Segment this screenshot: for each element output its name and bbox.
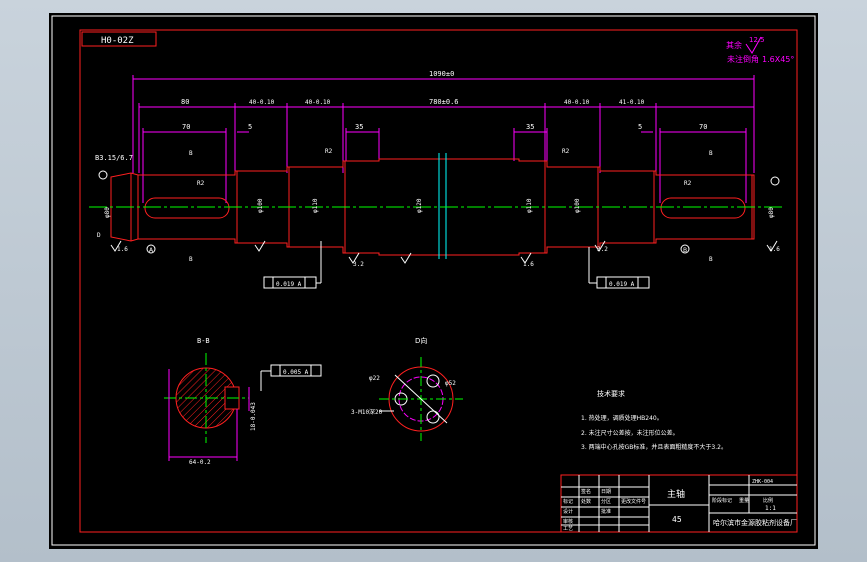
drawing-number-1: ZHK-004 bbox=[752, 479, 773, 485]
tb-role-review: 审核 bbox=[563, 518, 573, 525]
view-d-dim-1: φ22 bbox=[369, 375, 380, 382]
tech-requirement-2: 2. 未注尺寸公差按，未注形位公差。 bbox=[581, 429, 679, 437]
segment-length-4: 780±0.6 bbox=[429, 98, 459, 106]
tolerance-frame-left: 0.019 A bbox=[263, 241, 322, 289]
section-letter-top-left: B bbox=[189, 150, 193, 157]
outer-border bbox=[51, 15, 816, 546]
datum-b: B bbox=[683, 247, 687, 254]
tolerance-value-section-b: 0.005 A bbox=[283, 369, 309, 376]
shoulder-width-left: 35 bbox=[355, 123, 363, 131]
roughness-mark-4: 3.2 bbox=[597, 246, 608, 253]
roughness-label: 其余 bbox=[726, 40, 742, 50]
segment-length-6: 41-0.10 bbox=[619, 99, 645, 106]
diameter-bearing-right: φ100 bbox=[574, 198, 581, 213]
sheet-code: H0-02Z bbox=[101, 36, 134, 46]
tb-label-date: 日期 bbox=[601, 489, 611, 495]
diameter-center: φ120 bbox=[416, 198, 423, 213]
key-length-right: 70 bbox=[699, 123, 707, 131]
center-hole-callout: B3.15/6.7 bbox=[95, 154, 133, 162]
section-letter-bottom-left: B bbox=[189, 256, 193, 263]
diameter-bearing-left: φ100 bbox=[257, 198, 264, 213]
roughness-mark-1: 1.6 bbox=[117, 246, 128, 253]
roughness-marks bbox=[110, 240, 778, 264]
radius-3: R2 bbox=[562, 148, 570, 155]
company-name: 哈尔滨市金源胶粘剂设备厂 bbox=[713, 518, 797, 527]
cad-viewport[interactable]: H0-02Z 其余 12.5 未注倒角 1.6X45° 1090±0 80 40… bbox=[49, 13, 818, 549]
section-b-title: B-B bbox=[197, 337, 210, 345]
break-lines bbox=[438, 153, 447, 259]
key-slots bbox=[144, 197, 746, 219]
hole-callout: 3-M10深20 bbox=[351, 408, 383, 416]
tb-role-design: 设计 bbox=[563, 508, 573, 515]
tb-label-scale: 比例 bbox=[763, 497, 773, 504]
part-name: 主轴 bbox=[667, 488, 685, 500]
segment-length-5: 40-0.10 bbox=[564, 99, 590, 106]
tb-label-mark: 标记 bbox=[563, 498, 573, 505]
tb-role-process: 工艺 bbox=[563, 526, 573, 532]
tb-label-sign: 签名 bbox=[581, 488, 591, 495]
section-letter-bottom-right: B bbox=[709, 256, 713, 263]
roughness-value: 12.5 bbox=[749, 36, 765, 44]
tolerance-frame-right: 0.019 A bbox=[588, 247, 650, 289]
tech-requirement-1: 1. 热处理，调质处理HB240。 bbox=[581, 414, 663, 422]
shoulder-width-right: 35 bbox=[526, 123, 534, 131]
part-scale: 1:1 bbox=[765, 505, 776, 512]
section-b-dim-2: 18-0.043 bbox=[250, 402, 257, 431]
diameter-shoulder-right: φ110 bbox=[526, 198, 533, 213]
tolerance-value-left: 0.019 A bbox=[276, 281, 302, 288]
chamfer-value: 1.6X45° bbox=[762, 55, 794, 64]
diameter-left-end: φ80 bbox=[104, 207, 111, 218]
roughness-mark-2: 3.2 bbox=[353, 261, 364, 268]
radius-2: R2 bbox=[325, 148, 333, 155]
datum-a: A bbox=[149, 247, 154, 254]
tech-requirements-title: 技术要求 bbox=[597, 389, 625, 398]
radius-1: R2 bbox=[197, 180, 205, 187]
tb-label-stage: 阶段标记 bbox=[712, 497, 732, 504]
segment-length-1: 80 bbox=[181, 98, 189, 106]
diameter-shoulder-left: φ110 bbox=[312, 198, 319, 213]
tolerance-value-right: 0.019 A bbox=[609, 281, 635, 288]
chamfer-note: 未注倒角 bbox=[727, 54, 759, 64]
part-material: 45 bbox=[672, 515, 682, 524]
segment-length-2: 40-0.10 bbox=[249, 99, 275, 106]
small-width-right: 5 bbox=[638, 123, 642, 131]
section-b-dim-1: 64-0.2 bbox=[189, 459, 211, 466]
section-letter-top-right: B bbox=[709, 150, 713, 157]
tb-label-weight: 重量 bbox=[739, 497, 749, 504]
view-d-title: D向 bbox=[415, 336, 427, 345]
section-markers: B D B B B bbox=[97, 150, 713, 263]
tb-label-zone: 分区 bbox=[601, 498, 611, 505]
radius-4: R2 bbox=[684, 180, 692, 187]
tech-requirement-3: 3. 两端中心孔按GB标准，并且表面粗糙度不大于3.2。 bbox=[581, 443, 727, 451]
segment-length-3: 40-0.10 bbox=[305, 99, 331, 106]
diameter-right-end: φ80 bbox=[768, 207, 775, 218]
small-width-left: 5 bbox=[248, 123, 252, 131]
view-d-dim-2: φ52 bbox=[445, 380, 456, 387]
tb-label-change-doc: 更改文件号 bbox=[621, 498, 646, 505]
overall-length-label: 1090±0 bbox=[429, 70, 454, 78]
tb-role-approve: 批准 bbox=[601, 508, 611, 515]
engineering-drawing: H0-02Z 其余 12.5 未注倒角 1.6X45° 1090±0 80 40… bbox=[51, 15, 816, 546]
section-b-view bbox=[164, 353, 250, 461]
roughness-mark-3: 1.6 bbox=[523, 261, 534, 268]
tb-label-count: 处数 bbox=[581, 498, 591, 505]
section-letter-end: D bbox=[97, 232, 101, 239]
tolerance-frame-section-b: 0.005 A bbox=[260, 364, 322, 391]
key-length-left: 70 bbox=[182, 123, 190, 131]
title-block-right-labels: 阶段标记 重量 比例 bbox=[712, 497, 773, 504]
roughness-mark-5: 1.6 bbox=[769, 246, 780, 253]
radius-labels: R2 R2 R2 R2 bbox=[197, 148, 692, 187]
view-d bbox=[379, 357, 463, 441]
